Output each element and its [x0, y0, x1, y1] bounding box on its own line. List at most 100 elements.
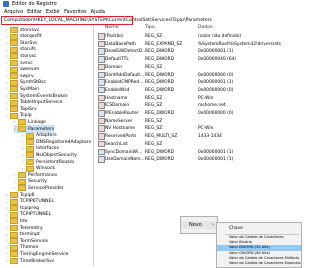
value-row[interactable]: EnableICMPRed... REG_DWORD 0x00000001 (1) [95, 79, 300, 87]
value-type: REG_SZ [145, 103, 163, 109]
value-name: DefaultTTL [105, 57, 129, 63]
binary-value-icon [98, 79, 105, 86]
value-type: REG_DWORD [145, 149, 175, 155]
value-data: 0x00000000 (0) [198, 72, 234, 78]
value-row[interactable]: DataBasePath REG_EXPAND_SZ %SystemRoot%\Sy… [95, 40, 300, 49]
value-data: (valor não definido) [198, 34, 242, 39]
value-type: REG_DWORD [145, 157, 175, 163]
registry-editor-window: Editor do Registro Arquivo Editar Exibir… [0, 0, 302, 268]
value-row[interactable]: DeadGWDetectD... REG_DWORD 0x00000001 (1) [95, 48, 300, 56]
value-type: REG_SZ [145, 118, 163, 124]
value-data: 1433-1434 [198, 134, 222, 140]
value-type: REG_DWORD [145, 72, 175, 78]
address-bar[interactable]: Computador\HKEY_LOCAL_MACHINE\SYSTEM\Cur… [1, 16, 212, 25]
value-row[interactable]: ReservedPorts REG_MULTI_SZ 1433-1434 [95, 133, 300, 141]
tree-item-label: TimeBrokerSvc [20, 258, 55, 264]
menu-bar: Arquivo Editar Exibir Favoritos Ajuda [0, 8, 105, 15]
value-name: SyncDomainWi... [105, 149, 143, 155]
value-name: EnableICMPRed... [105, 80, 144, 86]
value-data: 0x00000040 (64) [198, 57, 237, 63]
binary-value-icon [98, 56, 105, 63]
context-menu-novo[interactable]: Novo › [181, 221, 217, 229]
value-row[interactable]: EnableWsd REG_DWORD 0x00000000 (0) [95, 86, 300, 95]
submenu-item-label: Chave [229, 226, 243, 231]
submenu-item-label: Valor da Cadeia de Caracteres Expansível [229, 261, 302, 265]
value-name: Hostname [105, 95, 128, 101]
menu-arquivo[interactable]: Arquivo [4, 9, 23, 15]
value-row[interactable]: (Padrão) REG_SZ (valor não definido) [95, 33, 300, 41]
menu-favoritos[interactable]: Favoritos [64, 9, 87, 15]
value-data: 0x00000000 (0) [198, 111, 234, 116]
tree-item[interactable]: › TimeBrokerSvc [6, 257, 54, 265]
menu-exibir[interactable]: Exibir [46, 9, 60, 15]
column-header-name[interactable]: Nome [105, 25, 119, 33]
value-name: DeadGWDetectD... [105, 49, 147, 55]
title-bar: Editor do Registro [0, 0, 300, 8]
value-type: REG_SZ [145, 126, 163, 132]
registry-app-icon [3, 1, 9, 7]
column-header-data[interactable]: Dados [198, 25, 212, 33]
value-data: PC-Win [198, 95, 214, 101]
value-row[interactable]: DefaultTTL REG_DWORD 0x00000040 (64) [95, 56, 300, 64]
string-value-icon [98, 33, 105, 40]
value-row[interactable]: NV Hostname REG_SZ PC-Win [95, 125, 300, 133]
submenu-arrow-icon: › [212, 222, 214, 228]
value-name: DontAddDefault... [105, 72, 145, 78]
binary-value-icon [98, 110, 105, 117]
submenu-item[interactable]: Valor da Cadeia de Caracteres Expansível [217, 261, 301, 266]
address-path: Computador\HKEY_LOCAL_MACHINE\SYSTEM\Cur… [4, 18, 212, 23]
value-name: NameServer [105, 118, 133, 124]
value-type: REG_SZ [145, 141, 163, 147]
value-row[interactable]: Domain REG_SZ [95, 63, 300, 72]
binary-value-icon [98, 48, 105, 55]
value-row[interactable]: UseDomainNam... REG_DWORD 0x00000001 (1) [95, 156, 300, 164]
value-name: UseDomainNam... [105, 157, 145, 163]
value-row[interactable]: SyncDomainWi... REG_DWORD 0x00000001 (1) [95, 148, 300, 157]
new-value-submenu: Chave Valor da Cadeia de Caracteres Valor … [216, 222, 302, 268]
value-row[interactable]: SearchList REG_SZ [95, 140, 300, 149]
window-title: Editor do Registro [12, 1, 57, 7]
value-row[interactable]: NameServer REG_SZ [95, 117, 300, 126]
value-row[interactable]: IPEnableRouter REG_DWORD 0x00000000 (0) [95, 110, 300, 118]
string-value-icon [98, 63, 105, 71]
value-type: REG_EXPAND_SZ [145, 41, 183, 47]
value-name: Domain [105, 64, 123, 70]
binary-value-icon [98, 71, 105, 78]
key-tree-pane[interactable]: › storvsvc › storqosflt › StorSvc › storufs › sto… [0, 25, 94, 266]
string-value-icon [98, 117, 105, 125]
menu-editar[interactable]: Editar [27, 9, 42, 15]
string-value-icon [98, 40, 105, 48]
menu-ajuda[interactable]: Ajuda [91, 9, 105, 15]
binary-value-icon [98, 148, 105, 155]
string-value-icon [98, 133, 105, 140]
value-row[interactable]: ICSDomain REG_SZ mshome.net [95, 102, 300, 110]
value-type: REG_MULTI_SZ [145, 134, 178, 140]
value-type: REG_DWORD [145, 111, 175, 116]
context-menu: Novo › [180, 216, 218, 234]
string-value-icon [98, 125, 105, 132]
value-data: 0x00000001 (1) [198, 149, 234, 155]
string-value-icon [98, 102, 105, 109]
string-value-icon [98, 140, 105, 148]
value-type: REG_SZ [145, 34, 163, 39]
value-type: REG_DWORD [145, 80, 175, 86]
value-name: NV Hostname [105, 126, 136, 132]
value-name: (Padrão) [105, 34, 124, 39]
value-type: REG_DWORD [145, 49, 175, 55]
context-menu-novo-label: Novo [189, 222, 202, 228]
value-data: 0x00000001 (1) [198, 157, 234, 163]
value-name: EnableWsd [105, 87, 130, 93]
column-header-type[interactable]: Tipo [145, 25, 155, 33]
value-data: 0x00000000 (0) [198, 87, 234, 93]
submenu-item[interactable]: Chave [217, 225, 301, 233]
value-row[interactable]: DontAddDefault... REG_DWORD 0x00000000 (0) [95, 71, 300, 80]
binary-value-icon [98, 86, 105, 94]
value-row[interactable]: Hostname REG_SZ PC-Win [95, 94, 300, 103]
value-data: PC-Win [198, 126, 214, 132]
value-type: REG_SZ [145, 95, 163, 101]
value-data: mshome.net [198, 103, 226, 109]
value-type: REG_DWORD [145, 57, 175, 63]
string-value-icon [98, 94, 105, 102]
value-data: %SystemRoot%\System32\drivers\etc [198, 41, 282, 47]
value-name: ICSDomain [105, 103, 130, 109]
